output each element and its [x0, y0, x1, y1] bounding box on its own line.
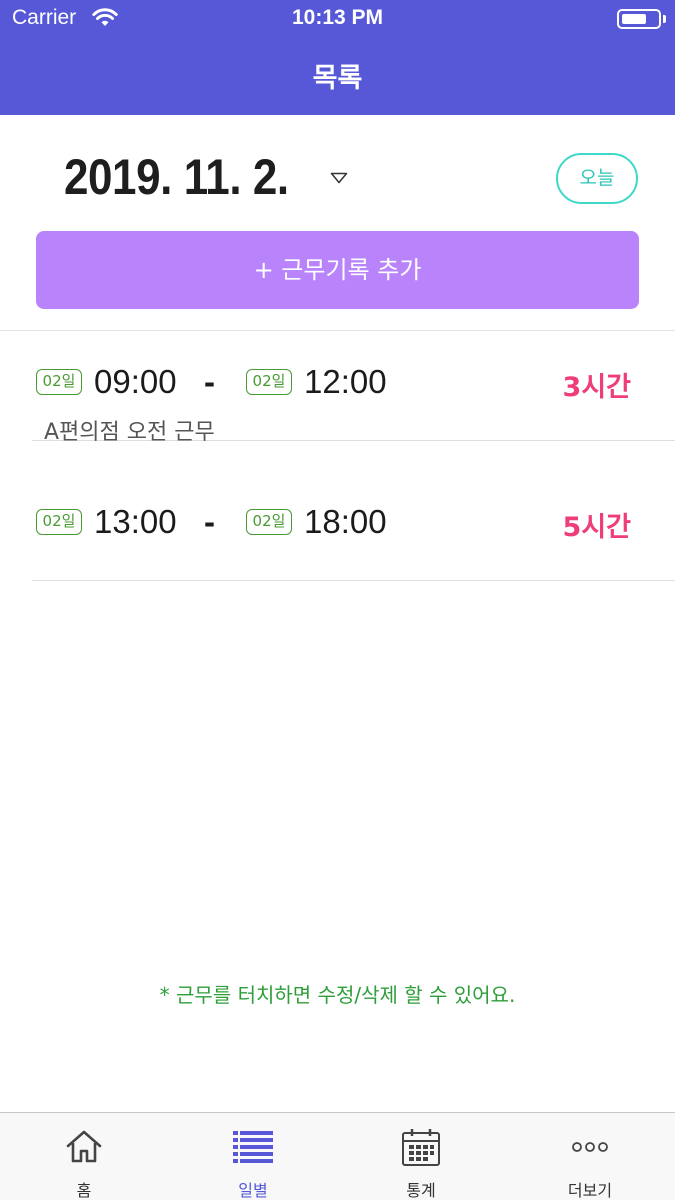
tab-daily[interactable]: 일별: [169, 1113, 337, 1200]
battery-icon: [617, 9, 661, 29]
date-selector[interactable]: 2019. 11. 2.: [64, 148, 289, 206]
record-item[interactable]: 02일 13:00 - 02일 18:00 5시간: [32, 471, 675, 581]
record-item[interactable]: 02일 09:00 - 02일 12:00 3시간 A편의점 오전 근무: [32, 331, 675, 445]
chevron-down-icon[interactable]: [330, 172, 348, 184]
tab-label: 홈: [76, 1181, 92, 1200]
calendar-icon: [402, 1129, 440, 1166]
header: Carrier 10:13 PM 목록: [0, 0, 675, 115]
status-time: 10:13 PM: [291, 6, 384, 29]
time-separator: -: [204, 363, 215, 400]
status-bar: Carrier 10:13 PM: [0, 0, 675, 38]
tab-home[interactable]: 홈: [0, 1113, 168, 1200]
list-icon: [233, 1131, 273, 1163]
page-title: 목록: [312, 63, 363, 94]
tab-label: 통계: [406, 1181, 436, 1200]
end-day-badge: 02일: [246, 369, 292, 395]
more-icon: [572, 1142, 608, 1152]
time-separator: -: [204, 503, 215, 540]
record-memo: A편의점 오전 근무: [44, 420, 215, 445]
add-record-button[interactable]: + 근무기록 추가: [36, 231, 639, 309]
start-day-badge: 02일: [36, 509, 82, 535]
end-time: 12:00: [304, 363, 387, 400]
tab-bar: 홈 일별 통계 더보기: [0, 1112, 675, 1200]
start-time: 13:00: [94, 503, 177, 540]
edit-hint: * 근무를 터치하면 수정/삭제 할 수 있어요.: [159, 983, 516, 1007]
today-button[interactable]: 오늘: [556, 153, 638, 204]
tab-label: 더보기: [567, 1181, 613, 1200]
hours-label: 3시간: [562, 372, 631, 403]
tab-stats[interactable]: 통계: [337, 1113, 505, 1200]
end-time: 18:00: [304, 503, 387, 540]
end-day-badge: 02일: [246, 509, 292, 535]
battery-tip: [663, 15, 666, 23]
tab-more[interactable]: 더보기: [506, 1113, 674, 1200]
start-day-badge: 02일: [36, 369, 82, 395]
hours-label: 5시간: [562, 512, 631, 543]
start-time: 09:00: [94, 363, 177, 400]
tab-label: 일별: [238, 1181, 268, 1200]
home-icon: [66, 1130, 102, 1163]
